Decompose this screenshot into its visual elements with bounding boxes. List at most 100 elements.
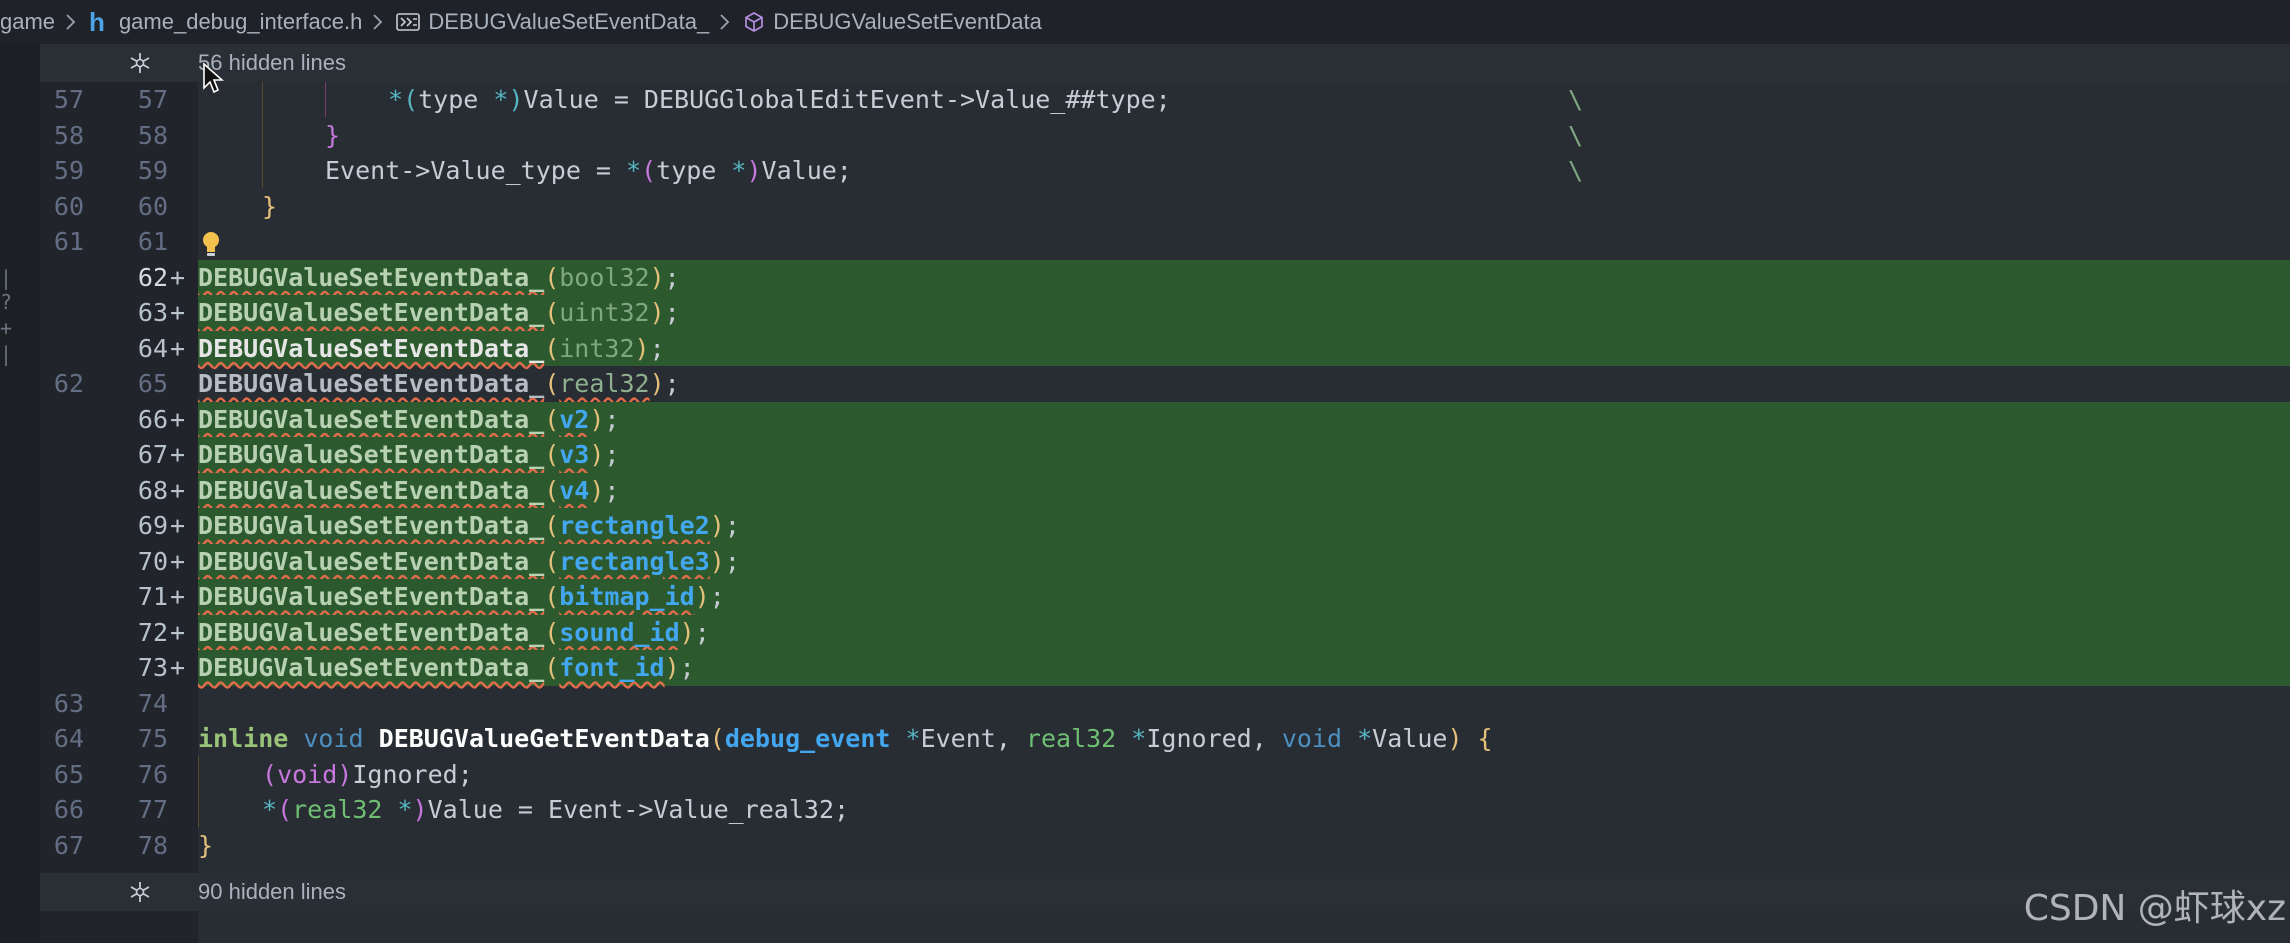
new-line-number: 60 (137, 191, 168, 221)
new-line-number: 57 (137, 85, 168, 114)
token: ) (649, 262, 665, 292)
unfold-icon[interactable] (128, 880, 152, 904)
breadcrumb-item-macro[interactable]: DEBUGValueSetEventData_ (396, 9, 709, 35)
new-line-number: 64 (137, 333, 168, 363)
token: DEBUGValueSetEventData_ (198, 546, 545, 576)
token: ( (544, 582, 560, 611)
new-line-number: 72 (137, 617, 168, 647)
old-line-number: 64 (53, 724, 84, 753)
breadcrumb-macro-label: DEBUGValueSetEventData_ (428, 9, 710, 34)
token: ) (649, 369, 665, 398)
code-text: DEBUGValueSetEventData_(sound_id); (198, 614, 2290, 650)
token: ; (724, 511, 740, 540)
macro-icon (396, 13, 421, 31)
token: DEBUGValueSetEventData_ (198, 262, 545, 292)
token: * (262, 795, 278, 824)
token: Value = Event->Value_real32; (427, 795, 850, 824)
watermark: CSDN @虾球xz (2023, 888, 2286, 929)
token: ( (544, 511, 560, 540)
token: ) (694, 582, 710, 611)
breadcrumb-function-label: DEBUGValueSetEventData (773, 9, 1042, 34)
token: } (198, 830, 214, 860)
token: v2 (559, 404, 590, 434)
new-line-number: 67 (137, 440, 168, 469)
new-line-number: 71 (137, 582, 168, 611)
hidden-lines-fold-top[interactable]: 56 hidden lines (40, 44, 2290, 82)
new-line-number: 69 (137, 511, 168, 540)
token: * (493, 85, 509, 114)
token: * (905, 724, 921, 753)
diff-plus-marker: + (170, 298, 186, 327)
code-line: 66 77 *(real32 *)Value = Event->Value_re… (0, 792, 2290, 828)
token: DEBUGValueSetEventData_ (198, 511, 545, 540)
code-line: 57 57 *(type *)Value = DEBUGGlobalEditEv… (0, 82, 2290, 118)
token: DEBUGValueSetEventData_ (198, 369, 545, 398)
token: ) (589, 404, 605, 434)
code-text: } (198, 828, 2290, 864)
token: DEBUGValueSetEventData_ (198, 298, 545, 327)
code-line: 58 58 } \ (0, 118, 2290, 154)
token: ) (679, 617, 695, 647)
new-line-number: 61 (137, 227, 168, 256)
token: Event->Value_type = (325, 156, 627, 185)
hidden-lines-fold-bottom[interactable]: 90 hidden lines (40, 873, 2290, 911)
new-line-number: 68 (137, 475, 168, 505)
token: rectangle2 (559, 511, 710, 540)
token: ( (544, 298, 560, 327)
token: ; (604, 475, 620, 505)
token: ; (664, 369, 680, 398)
code-text: DEBUGValueSetEventData_(real32); (198, 366, 2290, 402)
new-line-number: 78 (137, 830, 168, 860)
code-line-added: 73 + DEBUGValueSetEventData_(font_id); (0, 650, 2290, 686)
code-text: DEBUGValueSetEventData_(v2); (198, 401, 2290, 437)
code-text: DEBUGValueSetEventData_(v3); (198, 437, 2290, 473)
code-line: 61 61 (0, 224, 2290, 260)
token: ) (337, 759, 353, 789)
token: ( (544, 653, 560, 682)
token: rectangle3 (559, 546, 710, 576)
old-line-number: 58 (53, 120, 84, 150)
token: v4 (559, 475, 590, 505)
token: sound_id (559, 617, 680, 647)
breadcrumb-item-file[interactable]: h game_debug_interface.h (89, 7, 362, 38)
unfold-icon[interactable] (128, 51, 152, 75)
code-line: 62 65 DEBUGValueSetEventData_(real32); (0, 366, 2290, 402)
token: DEBUGValueSetEventData_ (198, 617, 545, 647)
token: void (277, 759, 338, 789)
breadcrumb-item-folder[interactable]: game (0, 9, 55, 35)
token: * (1131, 724, 1147, 753)
token: ) (412, 795, 428, 824)
new-line-number: 58 (137, 120, 168, 150)
indent-guide (262, 82, 263, 188)
diff-plus-marker: + (170, 475, 186, 505)
diff-plus-marker: + (170, 440, 186, 469)
token: ( (544, 617, 560, 647)
code-text: DEBUGValueSetEventData_(bool32); (198, 259, 2290, 295)
token: ( (544, 404, 560, 434)
new-line-number: 63 (137, 298, 168, 327)
new-line-number: 73 (137, 653, 168, 682)
diff-plus-marker: + (170, 617, 186, 647)
token: DEBUGValueSetEventData_ (198, 404, 545, 434)
code-line: 67 78 } (0, 828, 2290, 864)
token: ( (544, 369, 560, 398)
token: type (418, 85, 494, 114)
diff-plus-marker: + (170, 511, 186, 540)
diff-plus-marker: + (170, 262, 186, 292)
code-line: 59 59 Event->Value_type = *(type *)Value… (0, 153, 2290, 189)
lightbulb-icon[interactable] (200, 230, 222, 260)
token: ; (679, 653, 695, 682)
breadcrumb-item-function[interactable]: DEBUGValueSetEventData (743, 9, 1042, 35)
token: bitmap_id (559, 582, 695, 611)
token: ( (544, 262, 560, 292)
code-text: DEBUGValueSetEventData_(int32); (198, 330, 2290, 366)
code-line-added: 66 + DEBUGValueSetEventData_(v2); (0, 401, 2290, 437)
diff-editor[interactable]: | ? + | 56 hidden lines 57 57 *(type *)V… (0, 44, 2290, 943)
token: ) (634, 333, 650, 363)
token: DEBUGValueSetEventData_ (198, 333, 545, 363)
token: font_id (559, 653, 665, 682)
h-file-icon: h (89, 6, 105, 37)
breadcrumb: game h game_debug_interface.h DEBUGValue… (0, 0, 2290, 44)
chevron-right-icon (65, 13, 77, 31)
